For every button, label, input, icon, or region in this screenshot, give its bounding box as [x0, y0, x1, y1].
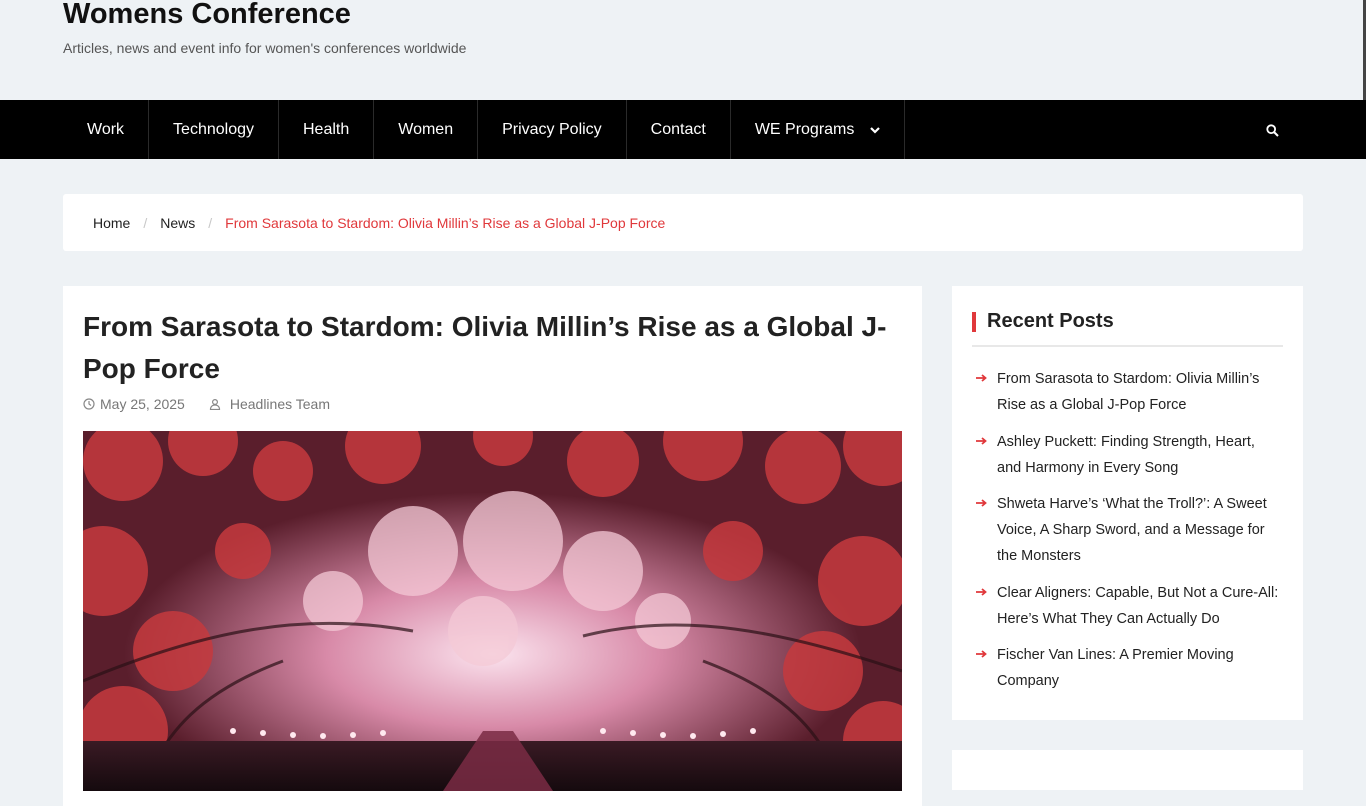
recent-post-link[interactable]: Clear Aligners: Capable, But Not a Cure-… [972, 580, 1283, 632]
recent-post-link[interactable]: Ashley Puckett: Finding Strength, Heart,… [972, 429, 1283, 481]
chevron-down-icon[interactable] [870, 126, 881, 134]
nav-item-technology[interactable]: Technology [149, 100, 279, 159]
arrow-right-icon [976, 499, 987, 507]
nav-item-health[interactable]: Health [279, 100, 375, 159]
featured-image [83, 431, 902, 791]
site-title[interactable]: Womens Conference [63, 0, 351, 34]
breadcrumb: Home / News / From Sarasota to Stardom: … [63, 194, 1303, 251]
recent-post-title: Ashley Puckett: Finding Strength, Heart,… [997, 433, 1255, 476]
recent-posts-widget: Recent Posts From Sarasota to Stardom: O… [952, 286, 1303, 720]
nav-item-label: Women [398, 120, 454, 138]
nav-menu: Work Technology Health Women Privacy Pol… [63, 100, 906, 159]
article: From Sarasota to Stardom: Olivia Millin’… [63, 286, 922, 806]
site-description: Articles, news and event info for women'… [63, 40, 467, 56]
nav-item-label: Contact [650, 120, 706, 138]
site-header: Womens Conference Articles, news and eve… [63, 0, 963, 100]
nav-item-label: WE Programs [754, 120, 855, 138]
widget-title-accent [972, 312, 976, 332]
arrow-right-icon [976, 650, 987, 658]
recent-post-title: Clear Aligners: Capable, But Not a Cure-… [997, 584, 1279, 627]
breadcrumb-news[interactable]: News [160, 215, 195, 231]
recent-post-link[interactable]: From Sarasota to Stardom: Olivia Millin’… [972, 366, 1283, 418]
clock-icon [83, 398, 95, 410]
nav-item-women[interactable]: Women [374, 100, 479, 159]
article-date[interactable]: May 25, 2025 [100, 396, 185, 412]
main-navigation: Work Technology Health Women Privacy Pol… [0, 100, 1366, 159]
recent-post-title: From Sarasota to Stardom: Olivia Millin’… [997, 371, 1260, 413]
nav-item-label: Technology [173, 120, 254, 138]
recent-post-link[interactable]: Shweta Harve’s ‘What the Troll?’: A Swee… [972, 491, 1283, 569]
search-icon[interactable] [1262, 120, 1282, 140]
nav-item-label: Health [303, 120, 350, 138]
nav-item-we-programs[interactable]: WE Programs [731, 100, 906, 159]
article-author-name[interactable]: Headlines Team [230, 396, 330, 412]
recent-posts-list: From Sarasota to Stardom: Olivia Millin’… [972, 366, 1283, 705]
article-title: From Sarasota to Stardom: Olivia Millin’… [83, 311, 887, 384]
nav-item-label: Privacy Policy [502, 120, 602, 138]
nav-item-work[interactable]: Work [63, 100, 150, 159]
recent-post-link[interactable]: Fischer Van Lines: A Premier Moving Comp… [972, 642, 1283, 694]
recent-post-title: Shweta Harve’s ‘What the Troll?’: A Swee… [997, 496, 1267, 564]
breadcrumb-current: From Sarasota to Stardom: Olivia Millin’… [225, 214, 666, 231]
widget-title: Recent Posts [987, 310, 1114, 332]
breadcrumb-separator: / [208, 214, 213, 231]
user-icon [209, 398, 221, 410]
widget-header: Recent Posts [972, 310, 1283, 347]
breadcrumb-home[interactable]: Home [93, 215, 130, 231]
sidebar-widget [952, 750, 1303, 790]
arrow-right-icon [976, 436, 987, 445]
nav-item-privacy-policy[interactable]: Privacy Policy [478, 100, 627, 159]
breadcrumb-separator: / [143, 214, 148, 231]
article-meta: May 25, 2025 Headlines Team [83, 396, 330, 412]
nav-item-contact[interactable]: Contact [627, 100, 731, 159]
nav-item-label: Work [87, 120, 125, 138]
recent-post-title: Fischer Van Lines: A Premier Moving Comp… [997, 647, 1234, 689]
article-author: Headlines Team [209, 396, 330, 412]
arrow-right-icon [976, 587, 987, 596]
arrow-right-icon [976, 374, 987, 382]
